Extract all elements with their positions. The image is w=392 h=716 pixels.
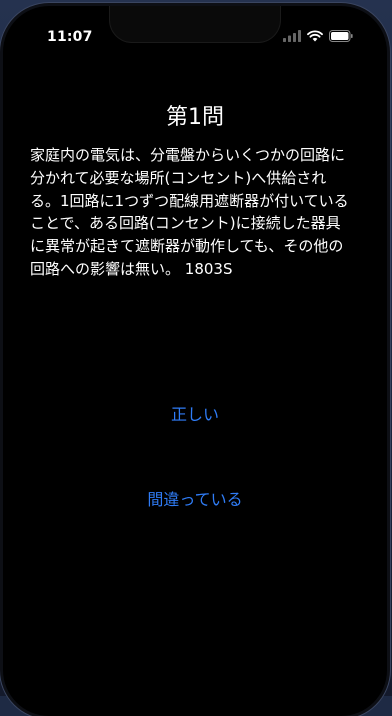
question-title: 第1問 [166,105,224,130]
status-icons [283,30,353,42]
question-text: 家庭内の電気は、分電盤からいくつかの回路に分かれて必要な場所(コンセント)へ供給… [30,146,349,278]
battery-icon [329,30,353,42]
notch [110,6,280,42]
answer-true-button[interactable]: 正しい [3,401,387,425]
wifi-icon [307,30,323,42]
answer-false-button[interactable]: 間違っている [3,486,387,510]
signal-icon [283,30,301,42]
phone-screen: 11:07 第1問 家庭内の電気は、分電盤からいくつかの回路に分かれて必要な場所… [3,6,387,716]
status-time: 11:07 [47,29,93,45]
